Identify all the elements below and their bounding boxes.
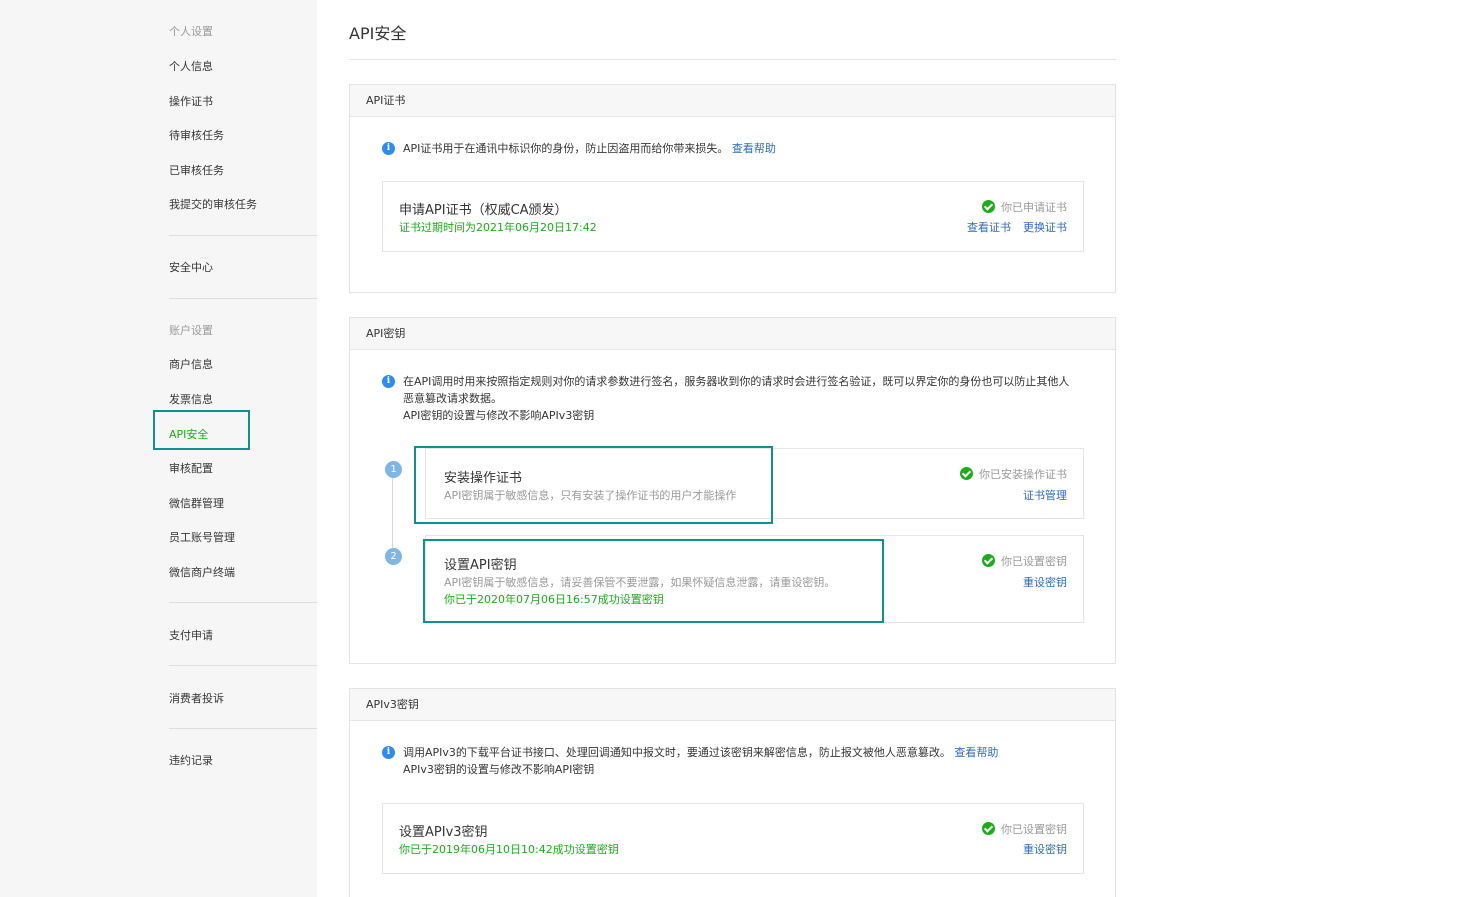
api-key-info-line1: 在API调用时用来按照指定规则对你的请求参数进行签名，服务器收到你的请求时会进行…: [403, 375, 1070, 388]
info-icon: i: [382, 375, 395, 388]
nav-group-personal-title: 个人设置: [169, 25, 213, 38]
nav-divider: [169, 602, 317, 603]
set-api-key-actions: 重设密钥: [1023, 574, 1067, 590]
highlight-api-security: [153, 410, 250, 450]
title-divider: [349, 59, 1116, 60]
nav-item-wechat-group[interactable]: 微信群管理: [169, 495, 224, 511]
check-circle-icon: [960, 467, 973, 480]
check-circle-icon: [982, 200, 995, 213]
apiv3-status-text: 你已设置密钥: [1001, 823, 1067, 836]
install-cert-actions: 证书管理: [1023, 487, 1067, 503]
nav-item-staff-accounts[interactable]: 员工账号管理: [169, 529, 235, 545]
apiv3-actions: 重设密钥: [1023, 841, 1067, 857]
api-cert-card-title: 申请API证书（权威CA颁发）: [399, 203, 568, 218]
apiv3-key-section: APIv3密钥 i 调用APIv3的下载平台证书接口、处理回调通知中报文时，要通…: [349, 688, 1116, 897]
nav-item-review-config[interactable]: 审核配置: [169, 460, 213, 476]
api-cert-section-header: API证书: [350, 85, 1115, 117]
nav-divider: [169, 665, 317, 666]
nav-item-security-center[interactable]: 安全中心: [169, 259, 213, 275]
apiv3-section-header: APIv3密钥: [350, 689, 1115, 721]
nav-divider: [169, 728, 317, 729]
api-cert-status-text: 你已申请证书: [1001, 201, 1067, 214]
install-cert-status-text: 你已安装操作证书: [979, 468, 1067, 481]
nav-item-submitted-tasks[interactable]: 我提交的审核任务: [169, 196, 257, 212]
nav-item-pending-tasks[interactable]: 待审核任务: [169, 127, 224, 143]
apiv3-help-link[interactable]: 查看帮助: [954, 746, 998, 759]
cert-manage-link[interactable]: 证书管理: [1023, 489, 1067, 502]
nav-item-violation-record[interactable]: 违约记录: [169, 752, 213, 768]
view-cert-link[interactable]: 查看证书: [967, 221, 1011, 234]
api-cert-actions: 查看证书 更换证书: [967, 219, 1067, 235]
api-cert-card: 申请API证书（权威CA颁发） 证书过期时间为2021年06月20日17:42 …: [382, 181, 1084, 252]
nav-item-operation-cert[interactable]: 操作证书: [169, 93, 213, 109]
info-icon: i: [382, 142, 395, 155]
nav-item-consumer-complaint[interactable]: 消费者投诉: [169, 690, 224, 706]
nav-item-personal-info[interactable]: 个人信息: [169, 58, 213, 74]
api-cert-info-text: API证书用于在通讯中标识你的身份，防止因盗用而给你带来损失。: [403, 142, 729, 155]
api-cert-status: 你已申请证书: [982, 199, 1067, 215]
replace-cert-link[interactable]: 更换证书: [1023, 221, 1067, 234]
set-api-key-status: 你已设置密钥: [982, 553, 1067, 569]
apiv3-info-line1: 调用APIv3的下载平台证书接口、处理回调通知中报文时，要通过该密钥来解密信息，…: [403, 746, 951, 759]
apiv3-card: 设置APIv3密钥 你已于2019年06月10日10:42成功设置密钥 你已设置…: [382, 803, 1084, 874]
highlight-set-api-key: [423, 539, 884, 623]
step-number-2: 2: [385, 548, 402, 565]
nav-divider: [169, 298, 317, 299]
nav-item-invoice-info[interactable]: 发票信息: [169, 391, 213, 407]
api-cert-help-link[interactable]: 查看帮助: [732, 142, 776, 155]
apiv3-card-time: 你已于2019年06月10日10:42成功设置密钥: [399, 843, 619, 856]
check-circle-icon: [982, 822, 995, 835]
nav-item-merchant-info[interactable]: 商户信息: [169, 356, 213, 372]
step-connector: [392, 478, 393, 556]
api-key-info-line2: 恶意篡改请求数据。: [403, 392, 502, 405]
api-key-section-header: API密钥: [350, 318, 1115, 350]
api-cert-section: API证书 i API证书用于在通讯中标识你的身份，防止因盗用而给你带来损失。 …: [349, 84, 1116, 293]
info-icon: i: [382, 746, 395, 759]
nav-item-pay-apply[interactable]: 支付申请: [169, 627, 213, 643]
page-title: API安全: [349, 24, 407, 43]
install-cert-status: 你已安装操作证书: [960, 466, 1067, 482]
nav-divider: [169, 235, 317, 236]
apiv3-status: 你已设置密钥: [982, 821, 1067, 837]
apiv3-info: 调用APIv3的下载平台证书接口、处理回调通知中报文时，要通过该密钥来解密信息，…: [403, 744, 1093, 778]
check-circle-icon: [982, 554, 995, 567]
nav-item-merchant-terminal[interactable]: 微信商户终端: [169, 564, 235, 580]
apiv3-card-title: 设置APIv3密钥: [399, 825, 488, 840]
reset-apiv3-key-link[interactable]: 重设密钥: [1023, 843, 1067, 856]
api-key-info: 在API调用时用来按照指定规则对你的请求参数进行签名，服务器收到你的请求时会进行…: [403, 373, 1093, 424]
step-number-1: 1: [385, 461, 402, 478]
api-cert-expiry: 证书过期时间为2021年06月20日17:42: [399, 221, 597, 234]
apiv3-info-line2: APIv3密钥的设置与修改不影响API密钥: [403, 763, 595, 776]
set-api-key-status-text: 你已设置密钥: [1001, 555, 1067, 568]
api-cert-info: API证书用于在通讯中标识你的身份，防止因盗用而给你带来损失。 查看帮助: [403, 140, 776, 157]
highlight-install-cert: [414, 446, 773, 524]
nav-group-account-title: 账户设置: [169, 324, 213, 337]
reset-api-key-link[interactable]: 重设密钥: [1023, 576, 1067, 589]
nav-item-reviewed-tasks[interactable]: 已审核任务: [169, 162, 224, 178]
api-key-info-line3: API密钥的设置与修改不影响APIv3密钥: [403, 409, 595, 422]
